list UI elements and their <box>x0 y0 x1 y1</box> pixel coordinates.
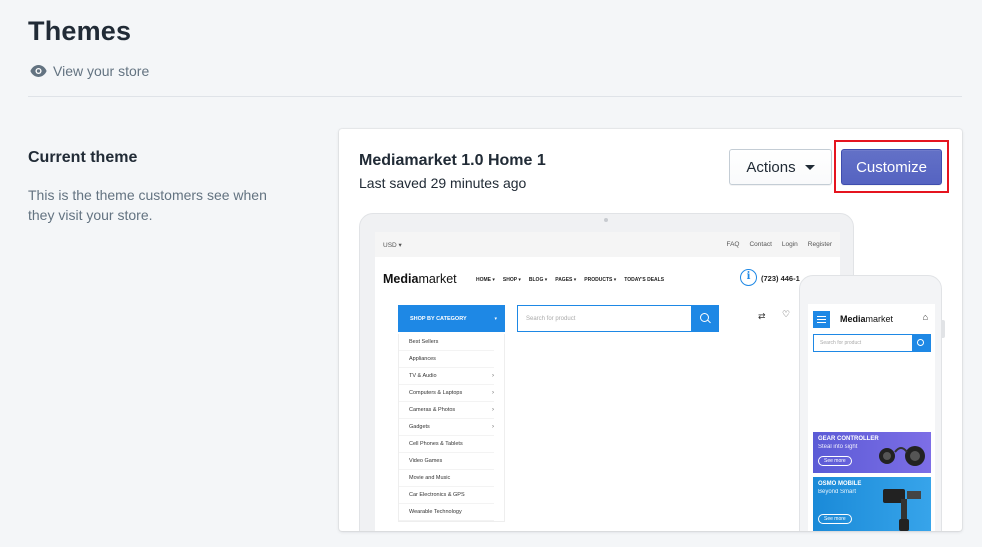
currency-selector: USD ▾ <box>383 242 402 249</box>
top-link-faq: FAQ <box>726 241 740 248</box>
category-label: Best Sellers <box>409 339 439 345</box>
list-item: Best Sellers <box>399 334 494 351</box>
mobile-search: Search for product <box>813 334 931 352</box>
store-topbar: USD ▾ FAQ Contact Login Register <box>375 232 840 257</box>
search-placeholder: Search for product <box>820 340 862 346</box>
support-icon: i <box>740 269 757 286</box>
theme-name: Mediamarket 1.0 Home 1 <box>359 152 546 169</box>
mobile-preview: Mediamarket ⌂ Search for product GEAR CO… <box>799 275 945 531</box>
current-theme-card: Mediamarket 1.0 Home 1 Last saved 29 min… <box>339 129 962 531</box>
list-item: Computers & Laptops › <box>399 385 494 402</box>
gimbal-image <box>883 489 921 531</box>
category-label: TV & Audio <box>409 373 437 379</box>
top-link-contact: Contact <box>749 241 772 248</box>
list-item: Cameras & Photos › <box>399 402 494 419</box>
search-placeholder: Search for product <box>526 316 576 322</box>
eye-icon <box>30 65 47 77</box>
mobile-screen: Mediamarket ⌂ Search for product GEAR CO… <box>808 304 935 531</box>
compare-icon: ⇄ <box>758 311 766 321</box>
chevron-right-icon: › <box>492 373 494 379</box>
store-logo: Mediamarket <box>383 272 457 286</box>
list-item: Appliances <box>399 351 494 368</box>
search-icon <box>691 306 718 331</box>
category-label: Video Games <box>409 458 443 464</box>
promo-banner-gear: GEAR CONTROLLER Steal into sight See mor… <box>813 432 931 473</box>
list-item: Car Electronics & GPS <box>399 487 494 504</box>
banner-subtitle: Beyond Smart <box>818 489 857 495</box>
section-description: This is the theme customers see when the… <box>28 187 267 223</box>
actions-button[interactable]: Actions <box>729 149 832 185</box>
logo-rest: market <box>865 314 894 324</box>
logo-bold: Media <box>840 314 866 324</box>
see-more-button: See more <box>818 456 852 466</box>
category-label: Computers & Laptops <box>409 390 463 396</box>
list-item: Gadgets › <box>399 419 494 436</box>
store-header: Mediamarket HOME ▾ SHOP ▾ BLOG ▾ PAGES ▾… <box>375 257 840 297</box>
list-item: Video Games <box>399 453 494 470</box>
customize-button[interactable]: Customize <box>841 149 942 185</box>
page-title: Themes <box>28 16 132 46</box>
desktop-preview: USD ▾ FAQ Contact Login Register Mediama… <box>359 213 854 531</box>
nav-products: PRODUCTS ▾ <box>584 277 617 283</box>
category-label: Movie and Music <box>409 475 451 481</box>
desktop-screen: USD ▾ FAQ Contact Login Register Mediama… <box>375 232 840 531</box>
view-store-label: View your store <box>53 63 150 79</box>
category-label: Cell Phones & Tablets <box>409 441 463 447</box>
chevron-down-icon: ▾ <box>494 316 497 322</box>
chevron-right-icon: › <box>492 424 494 430</box>
nav-blog: BLOG ▾ <box>528 277 548 283</box>
divider <box>28 96 962 97</box>
nav-pages: PAGES ▾ <box>555 277 577 283</box>
list-item: Movie and Music <box>399 470 494 487</box>
store-search: Search for product <box>517 305 719 332</box>
bag-icon: ⌂ <box>922 312 928 322</box>
logo-rest: market <box>418 272 457 286</box>
controller-image <box>879 446 925 466</box>
mobile-logo: Mediamarket <box>840 314 893 324</box>
hamburger-icon <box>813 311 830 328</box>
category-list: Best Sellers Appliances TV & Audio › Comp… <box>398 334 505 522</box>
list-item: Wearable Technology <box>399 504 494 521</box>
list-item: TV & Audio › <box>399 368 494 385</box>
promo-banner-osmo: OSMO MOBILE Beyond Smart See more <box>813 477 931 531</box>
top-link-register: Register <box>807 241 832 248</box>
banner-subtitle: Steal into sight <box>818 444 858 450</box>
see-more-button: See more <box>818 514 852 524</box>
nav-deals: TODAY'S DEALS <box>624 277 665 283</box>
camera-dot <box>604 218 608 222</box>
section-title: Current theme <box>28 149 138 166</box>
chevron-right-icon: › <box>492 407 494 413</box>
category-label: Appliances <box>409 356 436 362</box>
chevron-right-icon: › <box>492 390 494 396</box>
category-label: Car Electronics & GPS <box>409 492 465 498</box>
banner-title: GEAR CONTROLLER <box>818 436 879 442</box>
logo-bold: Media <box>383 272 419 286</box>
store-nav: HOME ▾ SHOP ▾ BLOG ▾ PAGES ▾ PRODUCTS ▾ … <box>476 277 664 283</box>
shop-by-category-label: SHOP BY CATEGORY <box>410 315 467 322</box>
phone-number: (723) 446-1 <box>761 274 800 283</box>
category-label: Cameras & Photos <box>409 407 456 413</box>
view-store-link[interactable]: View your store <box>30 63 149 79</box>
shop-by-category: SHOP BY CATEGORY ▾ <box>398 305 505 332</box>
banner-title: OSMO MOBILE <box>818 481 862 487</box>
top-link-login: Login <box>781 241 798 248</box>
nav-home: HOME ▾ <box>476 277 495 283</box>
theme-last-saved: Last saved 29 minutes ago <box>359 175 527 191</box>
category-label: Wearable Technology <box>409 509 462 515</box>
category-label: Gadgets <box>409 424 430 430</box>
list-item: Cell Phones & Tablets <box>399 436 494 453</box>
nav-shop: SHOP ▾ <box>502 277 521 283</box>
caret-down-icon <box>804 164 815 170</box>
actions-label: Actions <box>746 158 796 176</box>
wishlist-icon: ♡ <box>782 309 791 319</box>
search-icon <box>912 335 930 351</box>
phone-side-button <box>942 320 945 338</box>
